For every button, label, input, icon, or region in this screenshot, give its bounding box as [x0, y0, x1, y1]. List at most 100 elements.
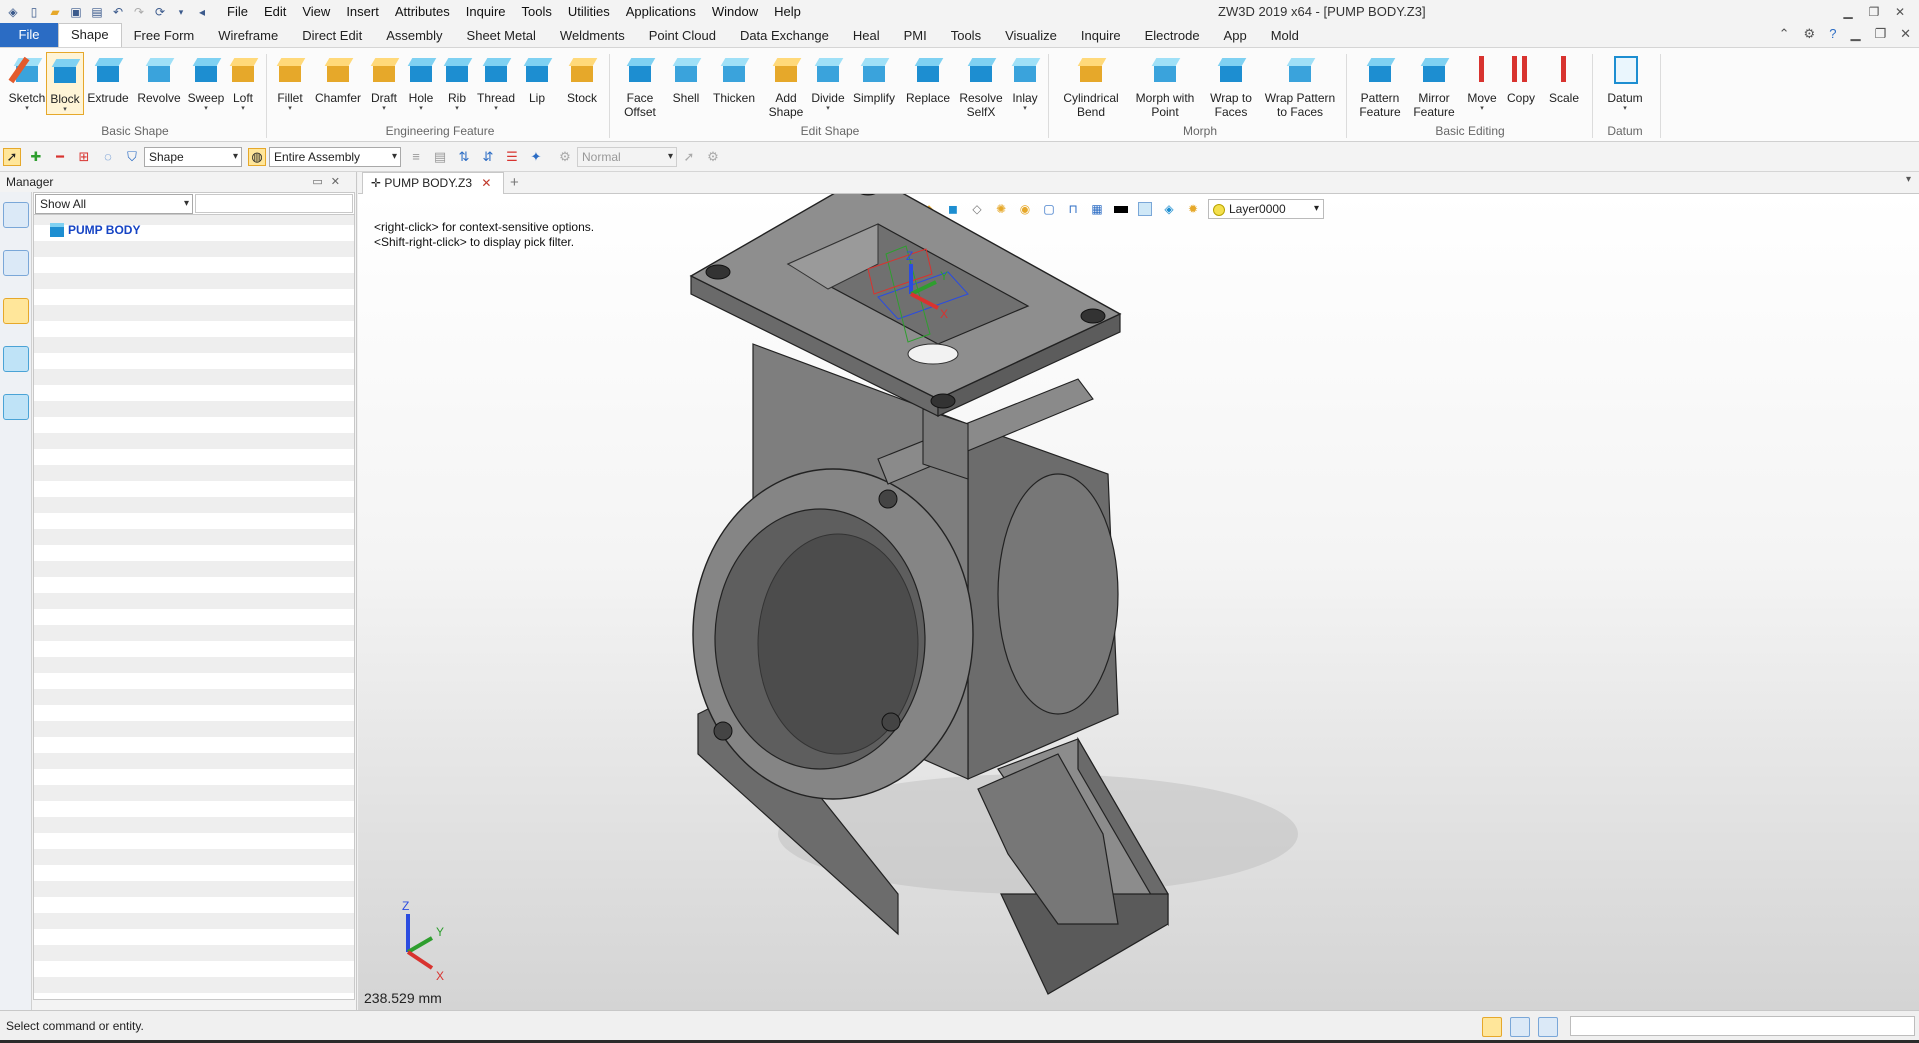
document-tab[interactable]: ✛ PUMP BODY.Z3 ✕	[362, 172, 504, 194]
sweep-button[interactable]: Sweep ▾	[186, 52, 226, 113]
tab-weldments[interactable]: Weldments	[548, 25, 637, 47]
history-icon[interactable]	[3, 202, 29, 228]
collapse-ribbon-icon[interactable]: ⌃	[1779, 26, 1790, 42]
tab-file[interactable]: File	[0, 23, 58, 47]
tab-data-exchange[interactable]: Data Exchange	[728, 25, 841, 47]
wrap-to-faces-button[interactable]: Wrap to Faces	[1204, 52, 1258, 119]
back-icon[interactable]: ◂	[193, 3, 211, 21]
revolve-button[interactable]: Revolve	[136, 52, 182, 105]
print-icon[interactable]: ▤	[88, 3, 106, 21]
menu-view[interactable]: View	[294, 0, 338, 24]
sort-icon[interactable]: ⇅	[455, 148, 473, 166]
part-icon[interactable]	[3, 298, 29, 324]
replace-button[interactable]: Replace	[904, 52, 952, 105]
tree-search-input[interactable]	[195, 194, 353, 213]
rib-button[interactable]: Rib ▾	[440, 52, 474, 113]
tab-heal[interactable]: Heal	[841, 25, 892, 47]
qa-dropdown-icon[interactable]: ▾	[172, 3, 190, 21]
tree-root-item[interactable]: PUMP BODY	[50, 223, 140, 237]
status-toggle-icon[interactable]	[1482, 1017, 1502, 1037]
sketch-button[interactable]: Sketch ▾	[6, 52, 48, 113]
loft-button[interactable]: Loft ▾	[226, 52, 260, 113]
tab-pmi[interactable]: PMI	[892, 25, 939, 47]
pump-body-model[interactable]: Z Y X Z Y X	[358, 194, 1919, 1010]
help-icon[interactable]: ?	[1829, 26, 1836, 42]
menu-file[interactable]: File	[219, 0, 256, 24]
pin-icon[interactable]: ✦	[527, 148, 545, 166]
tab-tools[interactable]: Tools	[939, 25, 993, 47]
tab-inquire[interactable]: Inquire	[1069, 25, 1133, 47]
stock-button[interactable]: Stock	[562, 52, 602, 105]
tab-point-cloud[interactable]: Point Cloud	[637, 25, 728, 47]
pattern-feature-button[interactable]: Pattern Feature	[1354, 52, 1406, 119]
refresh-icon[interactable]: ⟳	[151, 3, 169, 21]
new-icon[interactable]: ▯	[25, 3, 43, 21]
status-display-icon[interactable]	[1510, 1017, 1530, 1037]
close-panel-icon[interactable]: ✕	[331, 176, 348, 188]
face-offset-button[interactable]: Face Offset	[616, 52, 664, 119]
menu-utilities[interactable]: Utilities	[560, 0, 618, 24]
box-pick-icon[interactable]: ⊞	[75, 148, 93, 166]
status-list-icon[interactable]	[1538, 1017, 1558, 1037]
new-tab-icon[interactable]: +	[510, 172, 519, 194]
mirror-feature-button[interactable]: Mirror Feature	[1408, 52, 1460, 119]
tab-visualize[interactable]: Visualize	[993, 25, 1069, 47]
simplify-button[interactable]: Simplify	[850, 52, 898, 105]
remove-pick-icon[interactable]: ━	[51, 148, 69, 166]
menu-attributes[interactable]: Attributes	[387, 0, 458, 24]
list-icon[interactable]: ☰	[503, 148, 521, 166]
close-tab-icon[interactable]: ✕	[481, 176, 491, 190]
thicken-button[interactable]: Thicken	[710, 52, 758, 105]
block-button[interactable]: Block ▾	[46, 52, 84, 115]
draft-button[interactable]: Draft ▾	[366, 52, 402, 113]
scale-button[interactable]: Scale	[1546, 52, 1582, 105]
assembly-scope-combo[interactable]: Entire Assembly	[269, 146, 401, 167]
close-doc-icon[interactable]: ✕	[1900, 26, 1911, 42]
shell-button[interactable]: Shell	[668, 52, 704, 105]
tab-mold[interactable]: Mold	[1259, 25, 1311, 47]
save-icon[interactable]: ▣	[67, 3, 85, 21]
undo-icon[interactable]: ↶	[109, 3, 127, 21]
menu-tools[interactable]: Tools	[514, 0, 560, 24]
menu-window[interactable]: Window	[704, 0, 766, 24]
float-icon[interactable]: ▭	[312, 176, 330, 188]
hole-button[interactable]: Hole ▾	[404, 52, 438, 113]
pick-arrow-icon[interactable]: ➚	[3, 147, 21, 166]
image-icon[interactable]	[3, 346, 29, 372]
fillet-button[interactable]: Fillet ▾	[270, 52, 310, 113]
chamfer-button[interactable]: Chamfer	[312, 52, 364, 105]
filter-icon[interactable]: ⛉	[123, 148, 141, 166]
tab-electrode[interactable]: Electrode	[1133, 25, 1212, 47]
thread-button[interactable]: Thread ▾	[476, 52, 516, 113]
tab-assembly[interactable]: Assembly	[374, 25, 454, 47]
settings-icon[interactable]: ⚙	[1804, 26, 1816, 42]
tab-free-form[interactable]: Free Form	[122, 25, 207, 47]
tab-direct-edit[interactable]: Direct Edit	[290, 25, 374, 47]
pick-filter-combo[interactable]: Shape	[144, 146, 242, 167]
menu-insert[interactable]: Insert	[338, 0, 387, 24]
restore-doc-icon[interactable]: ❐	[1874, 26, 1886, 42]
menu-inquire[interactable]: Inquire	[458, 0, 514, 24]
lasso-icon[interactable]: ◌	[99, 148, 117, 166]
minimize-icon[interactable]: ▁	[1835, 0, 1861, 24]
menu-edit[interactable]: Edit	[256, 0, 294, 24]
redo-icon[interactable]: ↷	[130, 3, 148, 21]
tab-wireframe[interactable]: Wireframe	[206, 25, 290, 47]
minimize-doc-icon[interactable]: ▁	[1850, 26, 1860, 42]
datum-button[interactable]: Datum ▾	[1604, 52, 1646, 113]
layout-icon[interactable]: ▤	[431, 148, 449, 166]
copy-button[interactable]: Copy	[1504, 52, 1538, 105]
assembly-tree-icon[interactable]	[3, 250, 29, 276]
menu-applications[interactable]: Applications	[618, 0, 704, 24]
resolve-selfx-button[interactable]: Resolve SelfX	[958, 52, 1004, 119]
move-button[interactable]: Move ▾	[1464, 52, 1500, 113]
morph-with-point-button[interactable]: Morph with Point	[1132, 52, 1198, 119]
align-icon[interactable]: ≡	[407, 148, 425, 166]
command-input[interactable]	[1570, 1016, 1915, 1036]
3d-viewport[interactable]: <right-click> for context-sensitive opti…	[358, 194, 1919, 1010]
open-icon[interactable]: ▰	[46, 3, 64, 21]
inlay-button[interactable]: Inlay ▾	[1008, 52, 1042, 113]
add-shape-button[interactable]: Add Shape	[764, 52, 808, 119]
extrude-button[interactable]: Extrude	[86, 52, 130, 105]
tab-app[interactable]: App	[1212, 25, 1259, 47]
